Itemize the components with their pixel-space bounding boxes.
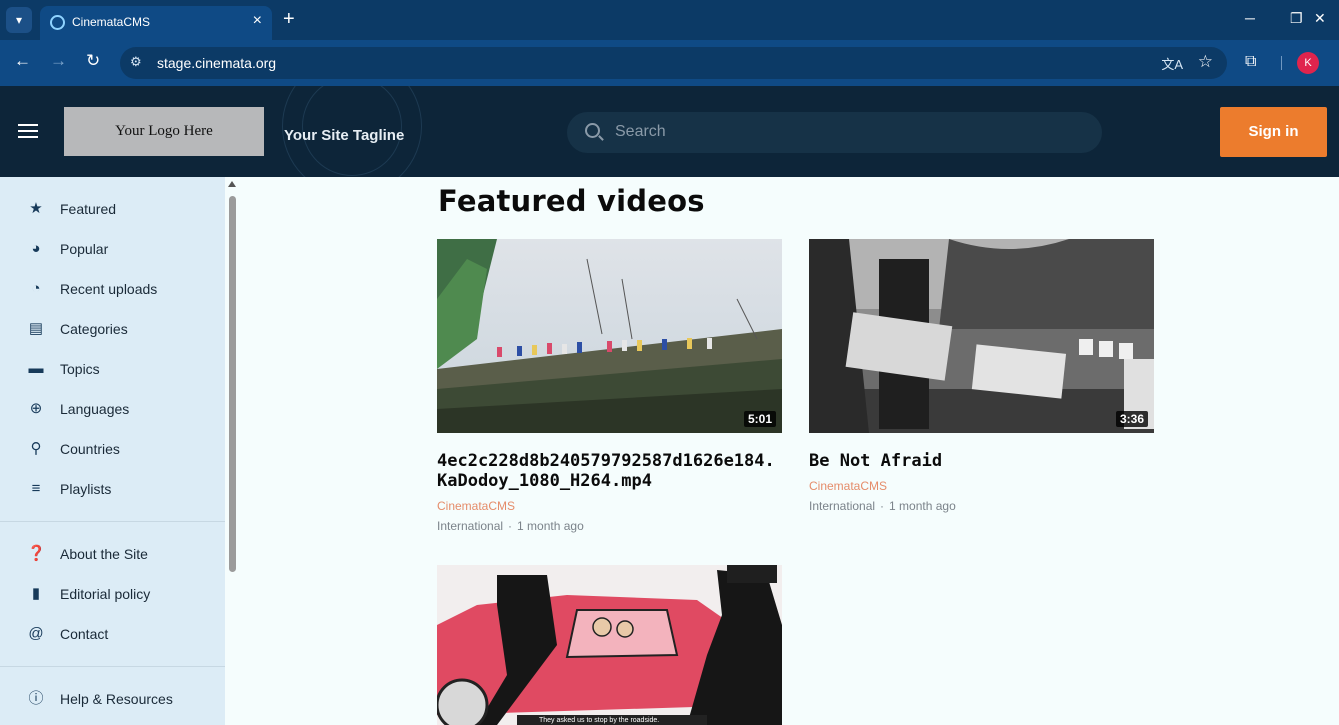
- browser-tab-bar: ▾ CinemataCMS × + ─ ❐ ✕: [0, 0, 1339, 40]
- translate-icon[interactable]: 文A: [1161, 54, 1183, 73]
- sidebar-item-label: Countries: [60, 441, 120, 457]
- meta-separator: ·: [880, 499, 885, 513]
- sidebar-item-languages[interactable]: ⊕ Languages: [0, 389, 225, 429]
- video-category[interactable]: International: [809, 499, 875, 513]
- profile-avatar[interactable]: K: [1297, 52, 1319, 74]
- help-icon: ❓: [27, 545, 46, 562]
- sidebar-item-label: Languages: [60, 401, 130, 417]
- sidebar-item-label: Contact: [60, 626, 109, 642]
- protest-scene-image: [809, 239, 1154, 433]
- sidebar-item-featured[interactable]: ★ Featured: [0, 189, 225, 229]
- favicon-icon: [50, 15, 65, 30]
- topics-icon: ▬: [28, 360, 44, 377]
- sidebar-item-label: Featured: [60, 201, 117, 217]
- sidebar-item-editorial-policy[interactable]: ▮ Editorial policy: [0, 574, 225, 614]
- video-thumbnail[interactable]: 3:36: [809, 239, 1154, 433]
- sidebar-item-topics[interactable]: ▬ Topics: [0, 349, 225, 389]
- illustration-car-image: [437, 565, 782, 725]
- sidebar-item-contact[interactable]: @ Contact: [0, 614, 225, 654]
- sidebar-item-label: Categories: [60, 321, 128, 337]
- back-icon[interactable]: ←: [14, 51, 31, 71]
- sidebar-divider: [0, 521, 225, 522]
- meta-separator: ·: [508, 519, 513, 533]
- tab-title: CinemataCMS: [72, 15, 151, 29]
- scroll-up-arrow-icon[interactable]: [228, 181, 236, 187]
- star-icon: ★: [29, 200, 43, 217]
- tab-search-button[interactable]: ▾: [6, 7, 32, 33]
- sidebar-item-popular[interactable]: ◕ Popular: [0, 229, 225, 269]
- sidebar-item-label: About the Site: [60, 546, 148, 562]
- globe-icon: ⊕: [29, 400, 43, 417]
- search-input[interactable]: Search: [567, 112, 1102, 153]
- info-icon: ⓘ: [28, 690, 44, 707]
- site-info-icon[interactable]: ⚙: [130, 54, 142, 70]
- video-card[interactable]: 5:01 4ec2c228d8b240579792587d1626e184.Ka…: [437, 239, 782, 533]
- sidebar-divider: [0, 666, 225, 667]
- river-scene-image: [437, 239, 782, 433]
- sidebar-item-about[interactable]: ❓ About the Site: [0, 534, 225, 574]
- sidebar-item-label: Help & Resources: [60, 691, 173, 707]
- sidebar-item-label: Topics: [60, 361, 100, 377]
- video-author[interactable]: CinemataCMS: [437, 499, 782, 513]
- video-card[interactable]: They asked us to stop by the roadside.: [437, 565, 782, 725]
- bookmark-star-icon[interactable]: ☆: [1198, 52, 1213, 72]
- close-tab-icon[interactable]: ×: [253, 12, 262, 30]
- page-title: Featured videos: [438, 184, 705, 218]
- trending-icon: ◕: [31, 240, 41, 257]
- at-icon: @: [28, 625, 44, 642]
- browser-toolbar: ← → ↻ ⚙ stage.cinemata.org 文A ☆ ⧉ K: [0, 40, 1339, 86]
- sidebar-item-label: Editorial policy: [60, 586, 151, 602]
- sidebar-item-playlists[interactable]: ≡ Playlists: [0, 469, 225, 509]
- reload-icon[interactable]: ↻: [86, 51, 100, 71]
- video-category[interactable]: International: [437, 519, 503, 533]
- video-age: 1 month ago: [889, 499, 956, 513]
- restore-icon[interactable]: ❐: [1290, 10, 1303, 27]
- video-thumbnail[interactable]: They asked us to stop by the roadside.: [437, 565, 782, 725]
- video-duration: 3:36: [1115, 411, 1148, 427]
- site-header: Your Logo Here Your Site Tagline Search …: [0, 86, 1339, 177]
- video-duration: 5:01: [743, 411, 776, 427]
- playlist-icon: ≡: [31, 480, 41, 497]
- address-bar[interactable]: ⚙ stage.cinemata.org 文A ☆: [120, 47, 1227, 79]
- video-title[interactable]: 4ec2c228d8b240579792587d1626e184.KaDodoy…: [437, 451, 782, 491]
- sidebar-item-label: Recent uploads: [60, 281, 158, 297]
- chevron-down-icon: ▾: [15, 13, 23, 27]
- sidebar-item-categories[interactable]: ▤ Categories: [0, 309, 225, 349]
- thumbnail-caption: They asked us to stop by the roadside.: [539, 717, 660, 724]
- browser-tab[interactable]: CinemataCMS ×: [40, 6, 272, 40]
- sidebar-item-countries[interactable]: ⚲ Countries: [0, 429, 225, 469]
- sidebar: ★ Featured ◕ Popular ◔ Recent uploads ▤ …: [0, 177, 225, 725]
- sidebar-item-recent-uploads[interactable]: ◔ Recent uploads: [0, 269, 225, 309]
- video-thumbnail[interactable]: 5:01: [437, 239, 782, 433]
- url-text[interactable]: stage.cinemata.org: [157, 55, 276, 71]
- extensions-icon[interactable]: ⧉: [1245, 53, 1256, 71]
- search-icon: [585, 123, 600, 138]
- new-tab-icon[interactable]: +: [283, 8, 295, 31]
- categories-icon: ▤: [28, 320, 44, 337]
- sidebar-item-label: Popular: [60, 241, 109, 257]
- pin-icon: ⚲: [30, 440, 42, 457]
- sidebar-item-label: Playlists: [60, 481, 112, 497]
- document-icon: ▮: [31, 585, 41, 602]
- close-window-icon[interactable]: ✕: [1314, 10, 1326, 27]
- sign-in-button[interactable]: Sign in: [1220, 107, 1327, 157]
- minimize-icon[interactable]: ─: [1245, 10, 1255, 26]
- video-meta: International · 1 month ago: [809, 499, 1154, 513]
- toolbar-divider: [1281, 56, 1282, 70]
- sidebar-scrollbar-thumb[interactable]: [229, 196, 236, 572]
- video-age: 1 month ago: [517, 519, 584, 533]
- search-placeholder: Search: [615, 123, 666, 140]
- recent-icon: ◔: [31, 280, 41, 297]
- menu-icon[interactable]: [18, 124, 38, 138]
- video-author[interactable]: CinemataCMS: [809, 479, 1154, 493]
- video-meta: International · 1 month ago: [437, 519, 782, 533]
- sidebar-item-help-resources[interactable]: ⓘ Help & Resources: [0, 679, 225, 719]
- site-tagline: Your Site Tagline: [284, 127, 405, 144]
- forward-icon[interactable]: →: [50, 51, 67, 71]
- video-card[interactable]: 3:36 Be Not Afraid CinemataCMS Internati…: [809, 239, 1154, 513]
- site-logo[interactable]: Your Logo Here: [64, 107, 264, 156]
- video-title[interactable]: Be Not Afraid: [809, 451, 1154, 471]
